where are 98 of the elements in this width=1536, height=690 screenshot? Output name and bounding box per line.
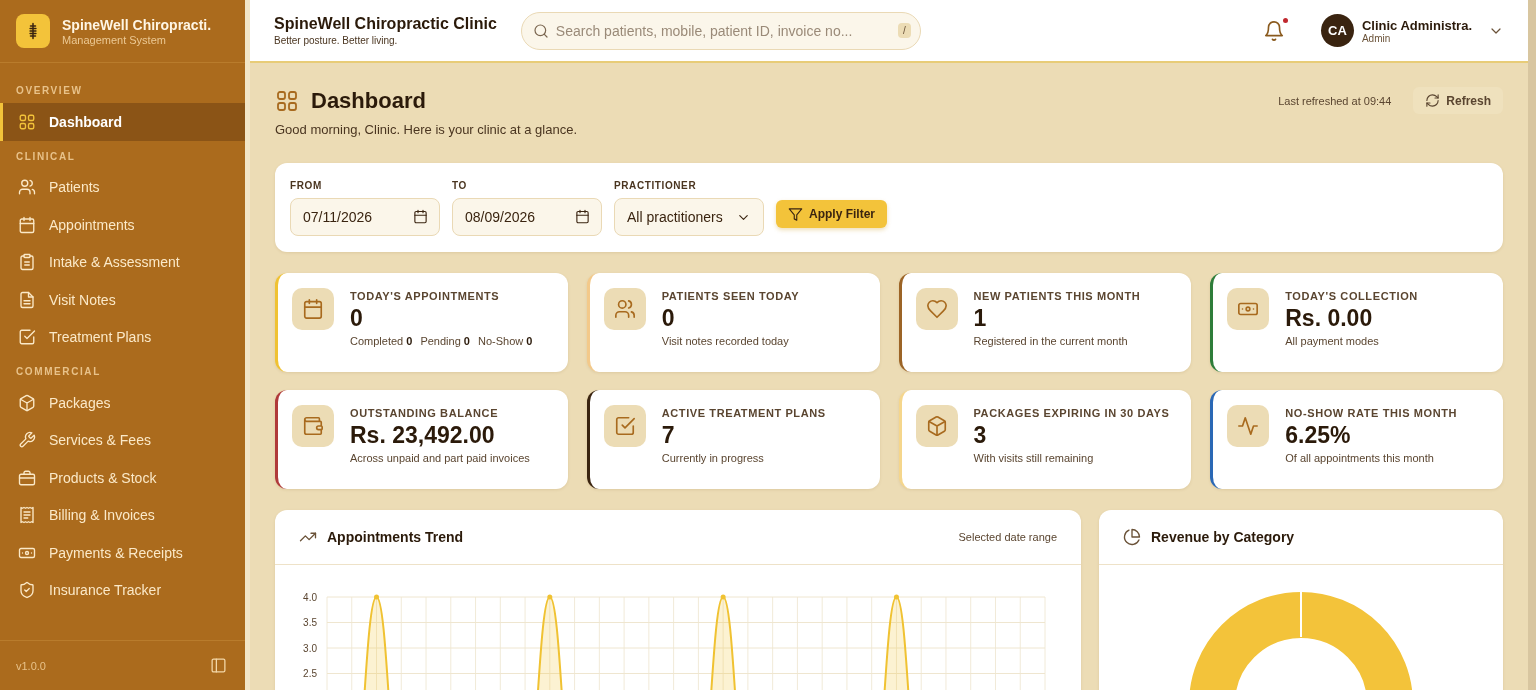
grid-icon — [275, 88, 299, 113]
nav-item[interactable]: Products & Stock — [0, 459, 245, 497]
search-icon — [532, 22, 549, 39]
data-point — [720, 594, 726, 600]
axis-tick-label: 2.5 — [303, 668, 317, 679]
users-icon — [18, 178, 36, 197]
user-avatar[interactable]: CA — [1320, 14, 1354, 47]
checkbox-icon — [18, 328, 36, 347]
apply-filter-button[interactable]: Apply Filter — [776, 200, 887, 228]
version-label: v1.0.0 — [16, 659, 46, 672]
nav-item[interactable]: Services & Fees — [0, 421, 245, 459]
stat-title: PACKAGES EXPIRING IN 30 DAYS — [973, 407, 1170, 419]
nav-item[interactable]: Dashboard — [0, 103, 245, 141]
axis-tick-label: 4.0 — [303, 591, 317, 603]
nav-item[interactable]: Intake & Assessment — [0, 243, 245, 281]
stat-title: TODAY'S COLLECTION — [1285, 290, 1418, 302]
stat-title: TODAY'S APPOINTMENTS — [350, 290, 501, 302]
nav-item[interactable]: Appointments — [0, 206, 245, 244]
date-range-label: Selected date range — [958, 531, 1057, 543]
refresh-icon — [1425, 93, 1441, 108]
date-field[interactable]: 07/11/2026 — [290, 198, 440, 236]
field-label: FROM — [290, 180, 323, 191]
last-refreshed-text: Last refreshed at 09:44 — [1278, 94, 1392, 107]
stat-note: Of all appointments this month — [1285, 452, 1434, 465]
nav-item[interactable]: Treatment Plans — [0, 318, 245, 356]
filter-icon — [788, 206, 803, 222]
axis-tick-label: 3.0 — [303, 642, 317, 654]
receipt-icon — [18, 506, 36, 525]
calendar-icon — [302, 298, 324, 320]
clinic-name: SpineWell Chiropractic Clinic — [274, 15, 497, 33]
page-subtitle: Good morning, Clinic. Here is your clinic at a glance. — [275, 122, 579, 137]
stat-title: ACTIVE TREATMENT PLANS — [661, 407, 826, 419]
stat-title: OUTSTANDING BALANCE — [350, 407, 500, 419]
sidebar-toggle-icon[interactable] — [210, 657, 227, 674]
field-label: TO — [452, 180, 468, 191]
stat-value: 3 — [973, 422, 988, 449]
document-icon — [18, 290, 36, 309]
pulse-icon — [1237, 415, 1260, 437]
nav-item[interactable]: Insurance Tracker — [0, 571, 245, 609]
axis-tick-label: 3.5 — [303, 617, 317, 628]
stat-breakdown: Completed 0 — [350, 335, 413, 348]
users-icon — [613, 298, 636, 320]
stat-value: 7 — [661, 422, 676, 449]
stat-note: With visits still remaining — [973, 452, 1094, 465]
user-name: Clinic Administra. — [1361, 17, 1472, 33]
stat-breakdown: No-Show 0 — [477, 335, 533, 348]
stat-value: Rs. 23,492.00 — [350, 422, 496, 449]
wrench-icon — [18, 431, 36, 450]
stat-value: 6.25% — [1285, 422, 1352, 449]
nav-section-label: OVERVIEW — [15, 85, 84, 96]
data-point — [893, 594, 899, 600]
calendar-icon[interactable] — [575, 209, 590, 224]
stat-note: Registered in the current month — [973, 335, 1128, 348]
user-role: Admin — [1361, 32, 1392, 44]
data-point — [547, 594, 553, 600]
practitioner-select[interactable]: All practitioners — [614, 198, 764, 236]
shield-check-icon — [18, 581, 36, 600]
checkbox-icon — [613, 415, 636, 437]
date-field[interactable]: 08/09/2026 — [452, 198, 602, 236]
stat-value: 0 — [350, 305, 364, 332]
brand-subtitle: Management System — [62, 33, 167, 46]
stat-title: PATIENTS SEEN TODAY — [661, 290, 800, 302]
stat-value: 1 — [973, 305, 988, 332]
calendar-icon — [18, 215, 36, 234]
stat-note: Visit notes recorded today — [661, 335, 789, 348]
stat-note: All payment modes — [1285, 335, 1379, 348]
nav-item[interactable]: Patients — [0, 168, 245, 206]
nav-item[interactable]: Payments & Receipts — [0, 534, 245, 572]
cube-icon — [925, 415, 948, 437]
stat-title: NO-SHOW RATE THIS MONTH — [1285, 407, 1458, 419]
data-point — [374, 594, 379, 600]
stat-note: Across unpaid and part paid invoices — [350, 452, 530, 465]
nav-item[interactable]: Packages — [0, 384, 245, 422]
briefcase-icon — [18, 468, 36, 487]
stat-title: NEW PATIENTS THIS MONTH — [973, 290, 1141, 302]
pie-chart-icon — [1123, 528, 1141, 546]
field-label: PRACTITIONER — [614, 180, 698, 191]
cube-icon — [18, 393, 36, 412]
bell-icon[interactable] — [1262, 19, 1285, 42]
stat-value: Rs. 0.00 — [1285, 305, 1374, 332]
grid-icon — [18, 112, 36, 131]
nav-section-label: CLINICAL — [15, 150, 77, 162]
heart-icon — [925, 298, 948, 320]
clipboard-icon — [18, 253, 36, 272]
stat-note: Currently in progress — [661, 452, 764, 465]
refresh-button[interactable]: Refresh — [1413, 87, 1503, 114]
nav-section-label: COMMERCIAL — [15, 366, 102, 377]
brand-name: SpineWell Chiropracti. — [62, 16, 212, 33]
card-title: Appointments Trend — [327, 529, 464, 545]
clinic-tagline: Better posture. Better living. — [274, 35, 399, 46]
wallet-icon — [302, 415, 324, 437]
calendar-icon[interactable] — [413, 209, 428, 224]
page-title: Dashboard — [311, 87, 426, 114]
nav-item[interactable]: Visit Notes — [0, 281, 245, 319]
card-title: Revenue by Category — [1151, 529, 1295, 545]
nav-item[interactable]: Billing & Invoices — [0, 496, 245, 534]
stat-value: 0 — [661, 305, 676, 332]
stat-breakdown: Pending 0 — [420, 335, 470, 348]
